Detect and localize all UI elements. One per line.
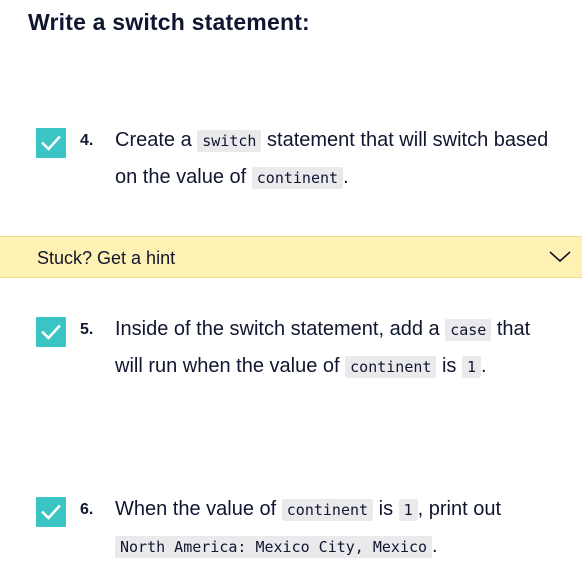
task-number: 5. [80,321,94,338]
task-item-6: 6. When the value of continent is 1, pri… [36,497,556,572]
checkmark-icon [41,135,61,151]
task-text: . [481,355,487,377]
task-item-4: 4. Create a switch statement that will s… [36,128,556,198]
code-snippet: 1 [461,356,482,378]
code-snippet: 1 [398,499,418,521]
checkbox-checked[interactable] [36,317,66,347]
code-snippet: North America: Mexico City, Mexico [115,536,433,558]
checkmark-icon [41,504,61,520]
chevron-down-icon [548,250,572,269]
task-text: is [436,355,462,377]
code-snippet: continent [281,499,374,521]
code-snippet: continent [251,167,344,189]
task-instruction: Create a switch statement that will swit… [115,122,555,196]
task-number: 6. [80,501,94,518]
checkbox-checked[interactable] [36,128,66,158]
task-text: When the value of [115,498,282,520]
checkbox-checked[interactable] [36,497,66,527]
task-instruction: Inside of the switch statement, add a ca… [115,311,555,385]
hint-toggle[interactable]: Stuck? Get a hint [0,236,582,278]
code-snippet: case [445,319,492,341]
task-number: 4. [80,132,94,149]
task-item-5: 5. Inside of the switch statement, add a… [36,317,556,417]
section-heading: Write a switch statement: [28,9,310,35]
task-text: Create a [115,129,198,151]
task-text: Inside of the switch statement, add a [115,318,446,340]
checkmark-icon [41,324,61,340]
task-instruction: When the value of continent is 1, print … [115,491,555,565]
task-text: is [373,498,399,520]
task-text: , print out [417,498,502,520]
hint-label: Stuck? Get a hint [37,248,176,268]
task-text: . [343,166,349,188]
code-snippet: switch [197,130,262,152]
code-snippet: continent [345,356,437,378]
task-text: . [432,535,438,557]
